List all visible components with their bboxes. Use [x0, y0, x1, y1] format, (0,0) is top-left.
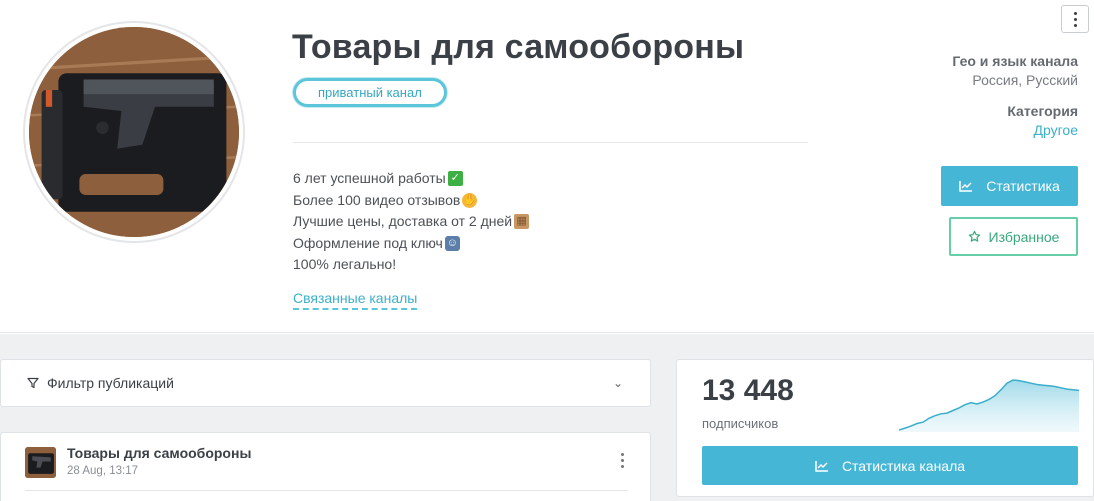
description-text: 100% легально!	[293, 256, 397, 273]
channel-title: Товары для самообороны	[292, 28, 745, 66]
description-text: 6 лет успешной работы	[293, 170, 446, 187]
post-more-options-button[interactable]	[621, 453, 624, 468]
geo-language-value: Россия, Русский	[972, 72, 1078, 88]
more-vertical-icon	[621, 453, 624, 456]
post-card: Товары для самообороны 28 Aug, 13:17	[0, 432, 651, 501]
post-avatar	[25, 447, 56, 478]
chevron-down-icon: ⌄	[612, 376, 623, 390]
publication-filter-label: Фильтр публикаций	[47, 375, 174, 391]
filter-funnel-icon	[27, 377, 39, 389]
description-line: Лучшие цены, доставка от 2 дней ▦	[293, 211, 530, 233]
related-channels-link[interactable]: Связанные каналы	[293, 290, 418, 310]
geo-language-block: Гео и язык канала Россия, Русский	[952, 53, 1078, 88]
private-channel-badge: приватный канал	[293, 78, 447, 107]
handshake-emoji-icon: ✋	[462, 192, 478, 208]
category-link[interactable]: Другое	[1007, 122, 1078, 138]
header-divider	[293, 142, 808, 143]
channel-description: 6 лет успешной работы ✓ Более 100 видео …	[293, 168, 530, 276]
post-date: 28 Aug, 13:17	[67, 465, 138, 477]
sparkline-area	[899, 380, 1079, 432]
publication-filter[interactable]: Фильтр публикаций ⌄	[0, 359, 651, 407]
subscriber-count-label: подписчиков	[702, 416, 779, 431]
post-divider	[25, 490, 628, 491]
channel-avatar-image	[29, 27, 239, 237]
line-chart-icon	[815, 460, 828, 472]
star-outline-icon	[968, 230, 980, 242]
statistics-button[interactable]: Статистика	[941, 166, 1078, 206]
description-line: Более 100 видео отзывов ✋	[293, 190, 529, 212]
more-vertical-icon	[1073, 11, 1077, 15]
subscriber-trend-sparkline	[899, 379, 1079, 432]
package-emoji-icon: ▦	[514, 214, 530, 230]
category-block: Категория Другое	[1007, 103, 1078, 138]
description-line: 6 лет успешной работы ✓	[293, 168, 529, 190]
channel-statistics-button-label: Статистика канала	[841, 457, 966, 474]
police-officer-emoji-icon: ☺	[444, 235, 460, 251]
description-text: Оформление под ключ	[293, 234, 443, 251]
line-chart-icon	[959, 181, 973, 192]
description-text: Лучшие цены, доставка от 2 дней	[293, 213, 513, 230]
category-label: Категория	[1007, 103, 1078, 119]
favorite-button-label: Избранное	[988, 228, 1060, 245]
post-channel-title: Товары для самообороны	[67, 445, 252, 461]
description-line: Оформление под ключ ☺	[293, 233, 529, 255]
channel-statistics-button[interactable]: Статистика канала	[702, 446, 1078, 485]
description-text: Более 100 видео отзывов	[293, 191, 461, 208]
pistol-case-photo	[29, 27, 239, 237]
geo-language-label: Гео и язык канала	[952, 53, 1078, 69]
channel-header: Товары для самообороны приватный канал 6…	[0, 0, 1094, 333]
channel-avatar	[23, 21, 245, 243]
more-options-button[interactable]	[1061, 5, 1089, 33]
check-emoji-icon: ✓	[447, 171, 463, 187]
subscriber-count: 13 448	[702, 374, 794, 407]
statistics-button-label: Статистика	[986, 178, 1060, 194]
subscribers-card: 13 448 подписчиков Статистика канала	[676, 359, 1094, 497]
pistol-thumbnail	[25, 447, 56, 478]
description-line: 100% легально!	[293, 254, 529, 276]
favorite-button[interactable]: Избранное	[949, 217, 1078, 256]
